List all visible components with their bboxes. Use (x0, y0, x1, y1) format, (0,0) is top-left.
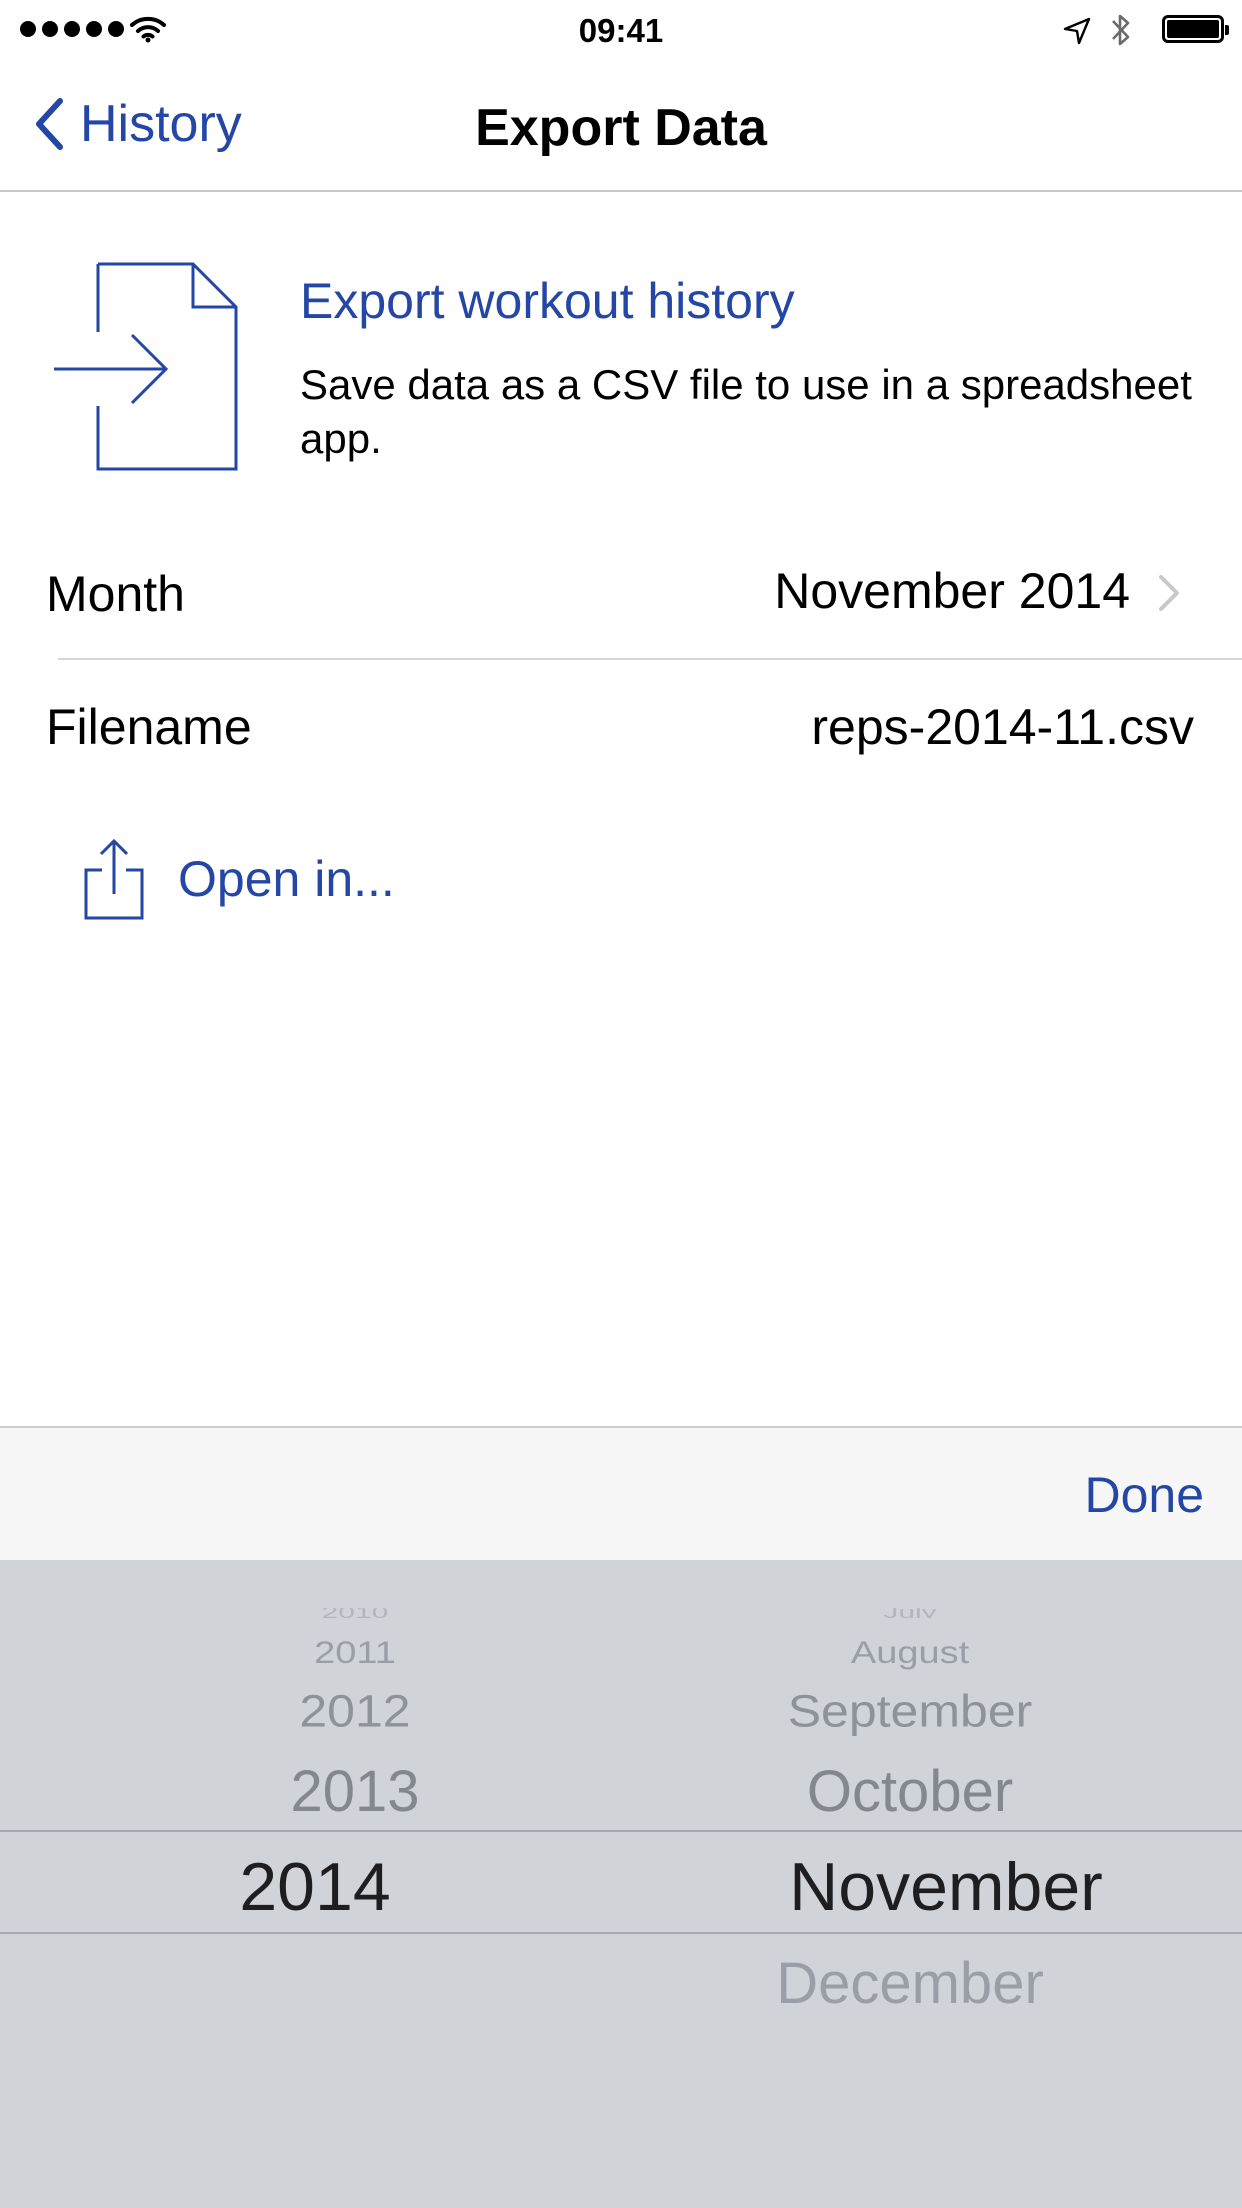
picker-month-selected[interactable]: November (736, 1848, 1156, 1926)
location-arrow-icon (1063, 17, 1091, 45)
open-in-button[interactable]: Open in... (84, 838, 395, 920)
bluetooth-icon (1112, 14, 1130, 46)
picker-year-option[interactable]: 2012 (200, 1685, 510, 1737)
picker-year-option[interactable]: 2013 (200, 1758, 510, 1825)
month-year-picker: 2010 2011 2012 2013 2014 July August Sep… (0, 1560, 1242, 2208)
picker-toolbar: Done (0, 1426, 1242, 1560)
picker-year-option[interactable]: 2010 (200, 1608, 510, 1618)
open-in-label: Open in... (178, 851, 395, 907)
picker-year-selected[interactable]: 2014 (160, 1848, 470, 1926)
picker-month-option[interactable]: August (700, 1636, 1120, 1671)
row-separator (58, 658, 1242, 660)
done-button[interactable]: Done (1084, 1466, 1204, 1524)
month-label: Month (46, 566, 185, 622)
year-wheel[interactable]: 2010 2011 2012 2013 2014 (200, 1560, 510, 2208)
picker-month-option[interactable]: December (700, 1950, 1120, 2017)
navigation-bar: History Export Data (0, 60, 1242, 192)
status-time: 09:41 (578, 12, 664, 49)
export-description: Save data as a CSV file to use in a spre… (300, 361, 1192, 462)
status-bar: 09:41 (0, 0, 1242, 60)
picker-month-option[interactable]: September (700, 1685, 1120, 1737)
month-wheel[interactable]: July August September October November D… (700, 1560, 1120, 2208)
month-value: November 2014 (774, 563, 1130, 619)
picker-month-option[interactable]: October (700, 1758, 1120, 1825)
chevron-right-icon (1159, 575, 1179, 611)
battery-icon (1162, 15, 1229, 43)
share-icon (84, 838, 144, 920)
filename-label: Filename (46, 699, 252, 755)
picker-year-option[interactable]: 2011 (200, 1636, 510, 1671)
filename-value: reps-2014-11.csv (811, 699, 1194, 755)
picker-month-option[interactable]: July (700, 1608, 1120, 1618)
export-title: Export workout history (300, 273, 795, 329)
page-title: Export Data (475, 99, 767, 157)
export-file-icon (54, 262, 238, 471)
